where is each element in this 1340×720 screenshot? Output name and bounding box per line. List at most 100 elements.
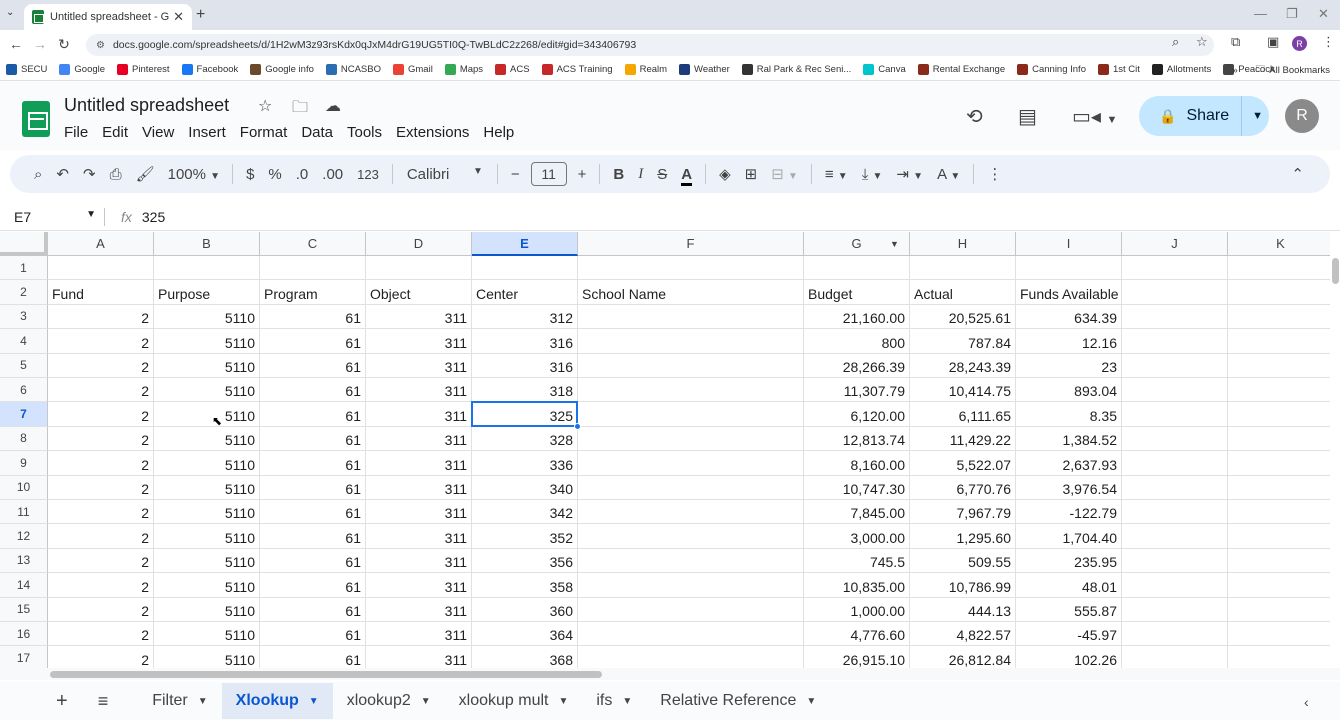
- menu-tools[interactable]: Tools: [341, 122, 388, 143]
- cell-d6[interactable]: 311: [366, 378, 472, 403]
- row-header-16[interactable]: 16: [0, 622, 48, 647]
- menu-insert[interactable]: Insert: [182, 122, 232, 143]
- cell-h15[interactable]: 444.13: [910, 597, 1016, 622]
- cell-i1[interactable]: [1016, 256, 1122, 281]
- bookmark-item[interactable]: Ral Park & Rec Seni...: [741, 64, 851, 75]
- cell-f4[interactable]: [578, 329, 804, 354]
- cell-e13[interactable]: 356: [472, 548, 578, 574]
- cell-f3[interactable]: [578, 304, 804, 330]
- bookmark-item[interactable]: Weather: [679, 64, 730, 75]
- bookmark-item[interactable]: Rental Exchange: [917, 64, 1005, 75]
- print-icon[interactable]: ⎙: [103, 166, 129, 183]
- cell-a13[interactable]: 2: [48, 548, 154, 574]
- cell-h11[interactable]: 7,967.79: [910, 500, 1016, 525]
- meet-icon[interactable]: ▭◂ ▼: [1072, 104, 1117, 129]
- cell-c5[interactable]: 61: [260, 353, 366, 378]
- horizontal-scrollbar[interactable]: [0, 668, 1340, 680]
- number-format-button[interactable]: 123: [350, 167, 386, 182]
- cell-a16[interactable]: 2: [48, 622, 154, 647]
- row-header-4[interactable]: 4: [0, 329, 48, 354]
- cell-e16[interactable]: 364: [472, 622, 578, 647]
- cell-b13[interactable]: 5110: [154, 548, 260, 574]
- cell-h17[interactable]: 26,812.84: [910, 646, 1016, 668]
- cell-i4[interactable]: 12.16: [1016, 329, 1122, 354]
- column-header-i[interactable]: I: [1016, 232, 1122, 256]
- cell-d13[interactable]: 311: [366, 548, 472, 574]
- cell-f7[interactable]: [578, 402, 804, 427]
- bookmark-item[interactable]: Google: [59, 64, 105, 75]
- text-wrapping-icon[interactable]: ⇥ ▼: [889, 165, 930, 183]
- cell-k2[interactable]: [1228, 280, 1330, 305]
- cell-f5[interactable]: [578, 353, 804, 378]
- row-header-3[interactable]: 3: [0, 304, 48, 330]
- cell-e14[interactable]: 358: [472, 573, 578, 598]
- cell-k3[interactable]: [1228, 305, 1330, 330]
- cell-i13[interactable]: 235.95: [1016, 548, 1122, 574]
- bookmark-star-icon[interactable]: ☆: [1196, 34, 1208, 50]
- bookmark-item[interactable]: Canning Info: [1017, 64, 1086, 75]
- vertical-scroll-thumb[interactable]: [1332, 258, 1339, 284]
- row-header-15[interactable]: 15: [0, 597, 48, 622]
- browser-tab[interactable]: Untitled spreadsheet - Google ✕: [24, 4, 192, 30]
- cell-c12[interactable]: 61: [260, 524, 366, 549]
- cell-c11[interactable]: 61: [260, 500, 366, 525]
- cell-g4[interactable]: 800: [804, 329, 910, 354]
- cell-i17[interactable]: 102.26: [1016, 646, 1122, 668]
- cell-d3[interactable]: 311: [366, 304, 472, 330]
- horizontal-scroll-thumb[interactable]: [50, 671, 602, 678]
- cell-b11[interactable]: 5110: [154, 500, 260, 525]
- cell-k1[interactable]: [1228, 256, 1330, 281]
- cell-j9[interactable]: [1122, 451, 1228, 476]
- cell-c9[interactable]: 61: [260, 451, 366, 476]
- cell-c8[interactable]: 61: [260, 426, 366, 452]
- cell-h10[interactable]: 6,770.76: [910, 475, 1016, 500]
- cell-k8[interactable]: [1228, 427, 1330, 452]
- forward-icon[interactable]: →: [28, 36, 52, 52]
- menu-data[interactable]: Data: [295, 122, 339, 143]
- cell-g17[interactable]: 26,915.10: [804, 646, 910, 668]
- cell-a15[interactable]: 2: [48, 597, 154, 622]
- bookmark-item[interactable]: Pinterest: [117, 64, 170, 75]
- cell-e7[interactable]: 325: [472, 402, 578, 427]
- cell-g6[interactable]: 11,307.79: [804, 378, 910, 403]
- row-header-7[interactable]: 7: [0, 402, 48, 427]
- cell-j11[interactable]: [1122, 500, 1228, 525]
- all-bookmarks[interactable]: » 🗀 All Bookmarks: [1232, 59, 1330, 81]
- star-icon[interactable]: ☆: [258, 96, 272, 116]
- reload-icon[interactable]: ↻: [52, 36, 76, 53]
- browser-profile-avatar[interactable]: R: [1292, 36, 1307, 51]
- cell-i9[interactable]: 2,637.93: [1016, 451, 1122, 476]
- cell-a3[interactable]: 2: [48, 304, 154, 330]
- column-g-filter-icon[interactable]: ▼: [890, 239, 899, 249]
- cell-c4[interactable]: 61: [260, 329, 366, 354]
- cell-c7[interactable]: 61: [260, 402, 366, 427]
- cell-c3[interactable]: 61: [260, 304, 366, 330]
- cell-d15[interactable]: 311: [366, 597, 472, 622]
- column-header-k[interactable]: K: [1228, 232, 1330, 256]
- cell-d10[interactable]: 311: [366, 475, 472, 500]
- cell-b9[interactable]: 5110: [154, 451, 260, 476]
- cell-i7[interactable]: 8.35: [1016, 402, 1122, 427]
- cell-b12[interactable]: 5110: [154, 524, 260, 549]
- cell-k9[interactable]: [1228, 451, 1330, 476]
- cell-a9[interactable]: 2: [48, 451, 154, 476]
- cell-j2[interactable]: [1122, 280, 1228, 305]
- cell-i5[interactable]: 23: [1016, 353, 1122, 378]
- sheet-tab-filter[interactable]: Filter ▼: [138, 683, 221, 719]
- back-icon[interactable]: ←: [4, 36, 28, 52]
- cell-a11[interactable]: 2: [48, 500, 154, 525]
- row-header-5[interactable]: 5: [0, 353, 48, 378]
- menu-view[interactable]: View: [136, 122, 180, 143]
- cell-f16[interactable]: [578, 622, 804, 647]
- cell-i12[interactable]: 1,704.40: [1016, 524, 1122, 549]
- row-header-12[interactable]: 12: [0, 524, 48, 549]
- row-header-13[interactable]: 13: [0, 548, 48, 574]
- cell-f6[interactable]: [578, 378, 804, 403]
- collapse-menu-icon[interactable]: ⌃: [1284, 165, 1330, 183]
- cell-a1[interactable]: [48, 256, 154, 281]
- paint-format-icon[interactable]: 🖌: [129, 165, 162, 183]
- cell-c15[interactable]: 61: [260, 597, 366, 622]
- decrease-decimal-button[interactable]: .0: [289, 166, 316, 183]
- row-header-10[interactable]: 10: [0, 475, 48, 500]
- cell-b4[interactable]: 5110: [154, 329, 260, 354]
